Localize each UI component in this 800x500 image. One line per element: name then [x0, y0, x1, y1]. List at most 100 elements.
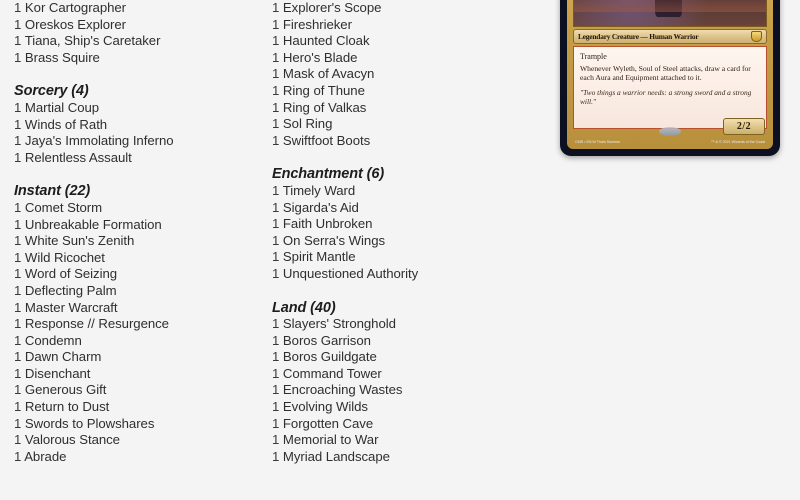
card-name[interactable]: Martial Coup — [25, 100, 99, 115]
card-name[interactable]: Winds of Rath — [25, 117, 107, 132]
deck-card-line[interactable]: 1 Ring of Valkas — [272, 100, 532, 117]
deck-card-line[interactable]: 1 Disenchant — [14, 366, 274, 383]
card-name[interactable]: Master Warcraft — [25, 300, 118, 315]
deck-card-line[interactable]: 1 Timely Ward — [272, 183, 532, 200]
deck-card-line[interactable]: 1 Jaya's Immolating Inferno — [14, 133, 274, 150]
card-name[interactable]: Jaya's Immolating Inferno — [25, 133, 174, 148]
card-name[interactable]: Oreskos Explorer — [25, 17, 126, 32]
card-name[interactable]: Brass Squire — [25, 50, 100, 65]
deck-card-line[interactable]: 1 Explorer's Scope — [272, 0, 532, 17]
card-name[interactable]: Sol Ring — [283, 116, 333, 131]
deck-card-line[interactable]: 1 On Serra's Wings — [272, 233, 532, 250]
deck-card-line[interactable]: 1 Hero's Blade — [272, 50, 532, 67]
deck-card-line[interactable]: 1 Generous Gift — [14, 382, 274, 399]
card-name[interactable]: Evolving Wilds — [283, 399, 368, 414]
card-preview[interactable]: Legendary Creature — Human Warrior Tramp… — [560, 0, 780, 156]
card-name[interactable]: Ring of Thune — [283, 83, 365, 98]
deck-card-line[interactable]: 1 Sol Ring — [272, 116, 532, 133]
deck-card-line[interactable]: 1 Haunted Cloak — [272, 33, 532, 50]
card-name[interactable]: Fireshrieker — [283, 17, 352, 32]
deck-card-line[interactable]: 1 Memorial to War — [272, 432, 532, 449]
card-name[interactable]: Mask of Avacyn — [283, 66, 374, 81]
card-name[interactable]: Dawn Charm — [25, 349, 102, 364]
deck-card-line[interactable]: 1 Boros Garrison — [272, 333, 532, 350]
deck-card-line[interactable]: 1 Comet Storm — [14, 200, 274, 217]
card-name[interactable]: Boros Garrison — [283, 333, 371, 348]
deck-card-line[interactable]: 1 Master Warcraft — [14, 300, 274, 317]
deck-card-line[interactable]: 1 Deflecting Palm — [14, 283, 274, 300]
card-name[interactable]: Spirit Mantle — [283, 249, 356, 264]
deck-card-line[interactable]: 1 Unbreakable Formation — [14, 217, 274, 234]
card-name[interactable]: Command Tower — [283, 366, 382, 381]
deck-card-line[interactable]: 1 Swords to Plowshares — [14, 416, 274, 433]
deck-card-line[interactable]: 1 Return to Dust — [14, 399, 274, 416]
card-quantity: 1 — [14, 116, 22, 132]
card-quantity: 1 — [272, 82, 280, 98]
deck-card-line[interactable]: 1 Oreskos Explorer — [14, 17, 274, 34]
card-name[interactable]: Unbreakable Formation — [25, 217, 162, 232]
card-name[interactable]: Myriad Landscape — [283, 449, 390, 464]
card-name[interactable]: Faith Unbroken — [283, 216, 373, 231]
deck-card-line[interactable]: 1 Faith Unbroken — [272, 216, 532, 233]
deck-card-line[interactable]: 1 Tiana, Ship's Caretaker — [14, 33, 274, 50]
card-name[interactable]: Relentless Assault — [25, 150, 132, 165]
card-name[interactable]: Response // Resurgence — [25, 316, 169, 331]
deck-card-line[interactable]: 1 Spirit Mantle — [272, 249, 532, 266]
deck-card-line[interactable]: 1 Condemn — [14, 333, 274, 350]
card-name[interactable]: Swiftfoot Boots — [283, 133, 370, 148]
deck-card-line[interactable]: 1 Evolving Wilds — [272, 399, 532, 416]
card-name[interactable]: Unquestioned Authority — [283, 266, 418, 281]
deck-card-line[interactable]: 1 Encroaching Wastes — [272, 382, 532, 399]
deck-card-line[interactable]: 1 Mask of Avacyn — [272, 66, 532, 83]
card-name[interactable]: Boros Guildgate — [283, 349, 377, 364]
deck-card-line[interactable]: 1 Winds of Rath — [14, 117, 274, 134]
card-name[interactable]: Valorous Stance — [25, 432, 120, 447]
deck-card-line[interactable]: 1 Swiftfoot Boots — [272, 133, 532, 150]
card-name[interactable]: White Sun's Zenith — [25, 233, 134, 248]
card-name[interactable]: Encroaching Wastes — [283, 382, 403, 397]
card-name[interactable]: Generous Gift — [25, 382, 107, 397]
deck-card-line[interactable]: 1 White Sun's Zenith — [14, 233, 274, 250]
deck-card-line[interactable]: 1 Martial Coup — [14, 100, 274, 117]
deck-card-line[interactable]: 1 Sigarda's Aid — [272, 200, 532, 217]
card-name[interactable]: Ring of Valkas — [283, 100, 366, 115]
deck-card-line[interactable]: 1 Wild Ricochet — [14, 250, 274, 267]
deck-card-line[interactable]: 1 Myriad Landscape — [272, 449, 532, 466]
deck-card-line[interactable]: 1 Boros Guildgate — [272, 349, 532, 366]
card-name[interactable]: Swords to Plowshares — [25, 416, 155, 431]
card-name[interactable]: Kor Cartographer — [25, 0, 126, 15]
deck-card-line[interactable]: 1 Kor Cartographer — [14, 0, 274, 17]
card-name[interactable]: On Serra's Wings — [283, 233, 385, 248]
deck-card-line[interactable]: 1 Response // Resurgence — [14, 316, 274, 333]
card-name[interactable]: Word of Seizing — [25, 266, 117, 281]
card-name[interactable]: Abrade — [24, 449, 66, 464]
card-name[interactable]: Return to Dust — [25, 399, 109, 414]
deck-card-line[interactable]: 1 Unquestioned Authority — [272, 266, 532, 283]
card-name[interactable]: Tiana, Ship's Caretaker — [25, 33, 161, 48]
card-name[interactable]: Forgotten Cave — [283, 416, 373, 431]
deck-card-line[interactable]: 1 Brass Squire — [14, 50, 274, 67]
deck-card-line[interactable]: 1 Valorous Stance — [14, 432, 274, 449]
card-name[interactable]: Wild Ricochet — [25, 250, 105, 265]
deck-card-line[interactable]: 1 Ring of Thune — [272, 83, 532, 100]
deck-card-line[interactable]: 1 Fireshrieker — [272, 17, 532, 34]
card-name[interactable]: Explorer's Scope — [283, 0, 382, 15]
card-name[interactable]: Slayers' Stronghold — [283, 316, 396, 331]
deck-card-line[interactable]: 1 Relentless Assault — [14, 150, 274, 167]
card-name[interactable]: Timely Ward — [283, 183, 356, 198]
card-name[interactable]: Sigarda's Aid — [283, 200, 359, 215]
card-name[interactable]: Deflecting Palm — [25, 283, 117, 298]
card-name[interactable]: Condemn — [25, 333, 82, 348]
deck-card-line[interactable]: 1 Forgotten Cave — [272, 416, 532, 433]
card-name[interactable]: Memorial to War — [283, 432, 379, 447]
card-name[interactable]: Haunted Cloak — [283, 33, 370, 48]
card-name[interactable]: Hero's Blade — [283, 50, 358, 65]
deck-card-line[interactable]: 1 Dawn Charm — [14, 349, 274, 366]
deck-card-line[interactable]: 1 Command Tower — [272, 366, 532, 383]
card-quantity: 1 — [14, 382, 22, 398]
card-name[interactable]: Comet Storm — [25, 200, 102, 215]
deck-card-line[interactable]: 1 Abrade — [14, 449, 274, 466]
card-name[interactable]: Disenchant — [25, 366, 91, 381]
deck-card-line[interactable]: 1 Word of Seizing — [14, 266, 274, 283]
deck-card-line[interactable]: 1 Slayers' Stronghold — [272, 316, 532, 333]
